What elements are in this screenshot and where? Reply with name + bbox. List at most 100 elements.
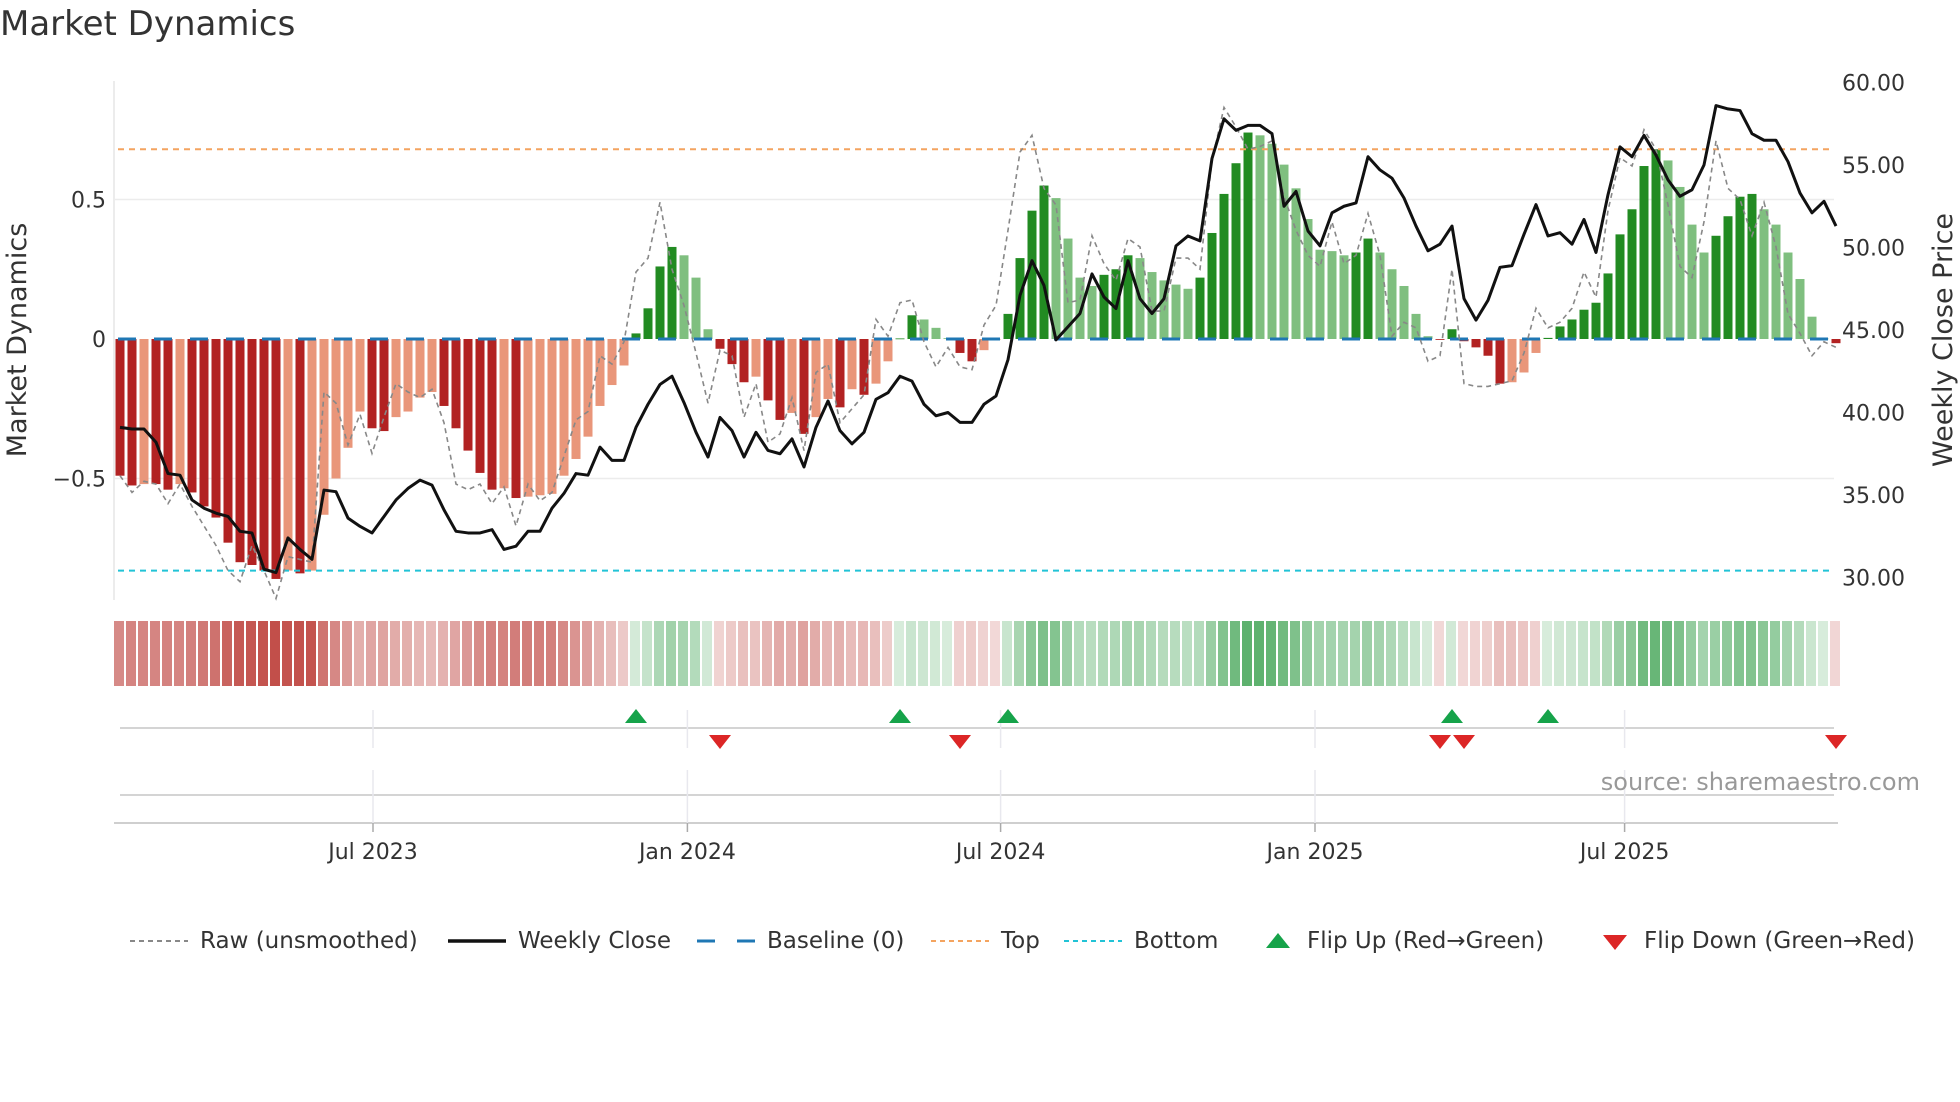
x-tick-label: Jan 2025 [1265,840,1364,865]
strip-cell [990,621,1000,686]
y-axis-title: Market Dynamics [2,223,33,458]
strip-cell [774,621,784,686]
dynamics-bar [1723,216,1733,339]
dynamics-bar [391,339,401,418]
dynamics-bar [811,339,821,418]
strip-cell [618,621,628,686]
legend-label: Flip Down (Green→Red) [1644,928,1915,954]
dynamics-bar [1735,196,1745,339]
strip-cell [186,621,196,686]
dynamics-bar [487,339,497,490]
flip-markers [114,709,1847,832]
strip-cell [1746,621,1756,686]
dynamics-bar [859,339,869,395]
strip-cell [1098,621,1108,686]
dynamics-bar [1711,235,1721,339]
strip-cell [954,621,964,686]
strip-cell [1290,621,1300,686]
strip-cell [606,621,616,686]
strip-cell [918,621,928,686]
strip-cell [1794,621,1804,686]
strip-cell [1650,621,1660,686]
strip-cell [378,621,388,686]
dynamics-bar [739,339,749,383]
dynamics-bar [331,339,341,479]
strip-cell [558,621,568,686]
dynamics-bar [775,339,785,420]
legend-item-top: Top [931,924,1040,958]
legend-item-close: Weekly Close [448,924,671,958]
dynamics-bar [1747,193,1757,339]
dynamics-bar [643,308,653,339]
strip-cell [402,621,412,686]
dynamics-bar [1807,316,1817,339]
strip-cell [1614,621,1624,686]
strip-cell [546,621,556,686]
legend-item-bottom: Bottom [1064,924,1218,958]
strip-cell [270,621,280,686]
strip-cell [1398,621,1408,686]
strip-cell [582,621,592,686]
strip-cell [834,621,844,686]
dynamics-bar [1219,193,1229,339]
strip-cell [1518,621,1528,686]
strip-cell [750,621,760,686]
strip-cell [1374,621,1384,686]
strip-cell [1278,621,1288,686]
strip-cell [1590,621,1600,686]
strip-cell [1338,621,1348,686]
flip-down-marker [1825,735,1847,749]
strip-cell [1830,621,1840,686]
dynamics-bar [475,339,485,473]
legend-label: Baseline (0) [767,928,905,954]
strip-cell [234,621,244,686]
strip-cell [246,621,256,686]
strip-cell [1134,621,1144,686]
dynamics-bar [535,339,545,496]
axes: 0.5 0 −0.5 60.00 55.00 50.00 45.00 40.00 35.00 30… [53,72,1905,866]
dynamics-bar [1495,339,1505,384]
dynamics-bar [1183,288,1193,339]
strip-cell [1446,621,1456,686]
strip-cell [1506,621,1516,686]
dynamics-bar [1147,272,1157,339]
dynamics-bar [1171,284,1181,339]
x-tick-label: Jul 2024 [954,840,1046,865]
strip-cell [1182,621,1192,686]
dynamics-bar [1099,274,1109,339]
strip-cell [966,621,976,686]
dynamics-bar [1555,326,1565,339]
y-tick-label: −0.5 [53,468,106,493]
strip-cell [870,621,880,686]
dynamics-bar [571,339,581,459]
strip-cell [570,621,580,686]
strip-cell [858,621,868,686]
y2-tick-label: 45.00 [1842,319,1905,344]
dynamics-bar [1567,319,1577,339]
x-tick-label: Jan 2024 [637,840,736,865]
strip-cell [690,621,700,686]
strip-cell [1770,621,1780,686]
strip-cell [1170,621,1180,686]
dynamics-bar [847,339,857,390]
strip-cell [1566,621,1576,686]
dynamics-bar [1615,234,1625,339]
strip-cell [174,621,184,686]
flip-down-marker [1429,735,1451,749]
strip-cell [1578,621,1588,686]
strip-cell [1254,621,1264,686]
strip-cell [678,621,688,686]
strip-cell [1734,621,1744,686]
strip-cell [726,621,736,686]
legend-flip-down-swatch-icon [1603,935,1627,950]
strip-cell [978,621,988,686]
legend-flip-up-swatch-icon [1266,933,1290,948]
dynamics-bar [1027,210,1037,339]
flip-down-marker [709,735,731,749]
dynamics-bar [907,315,917,339]
flip-down-marker [1453,735,1475,749]
strip-cell [1458,621,1468,686]
dynamics-bar [763,339,773,401]
strip-cell [510,621,520,686]
dynamics-bar [451,339,461,429]
